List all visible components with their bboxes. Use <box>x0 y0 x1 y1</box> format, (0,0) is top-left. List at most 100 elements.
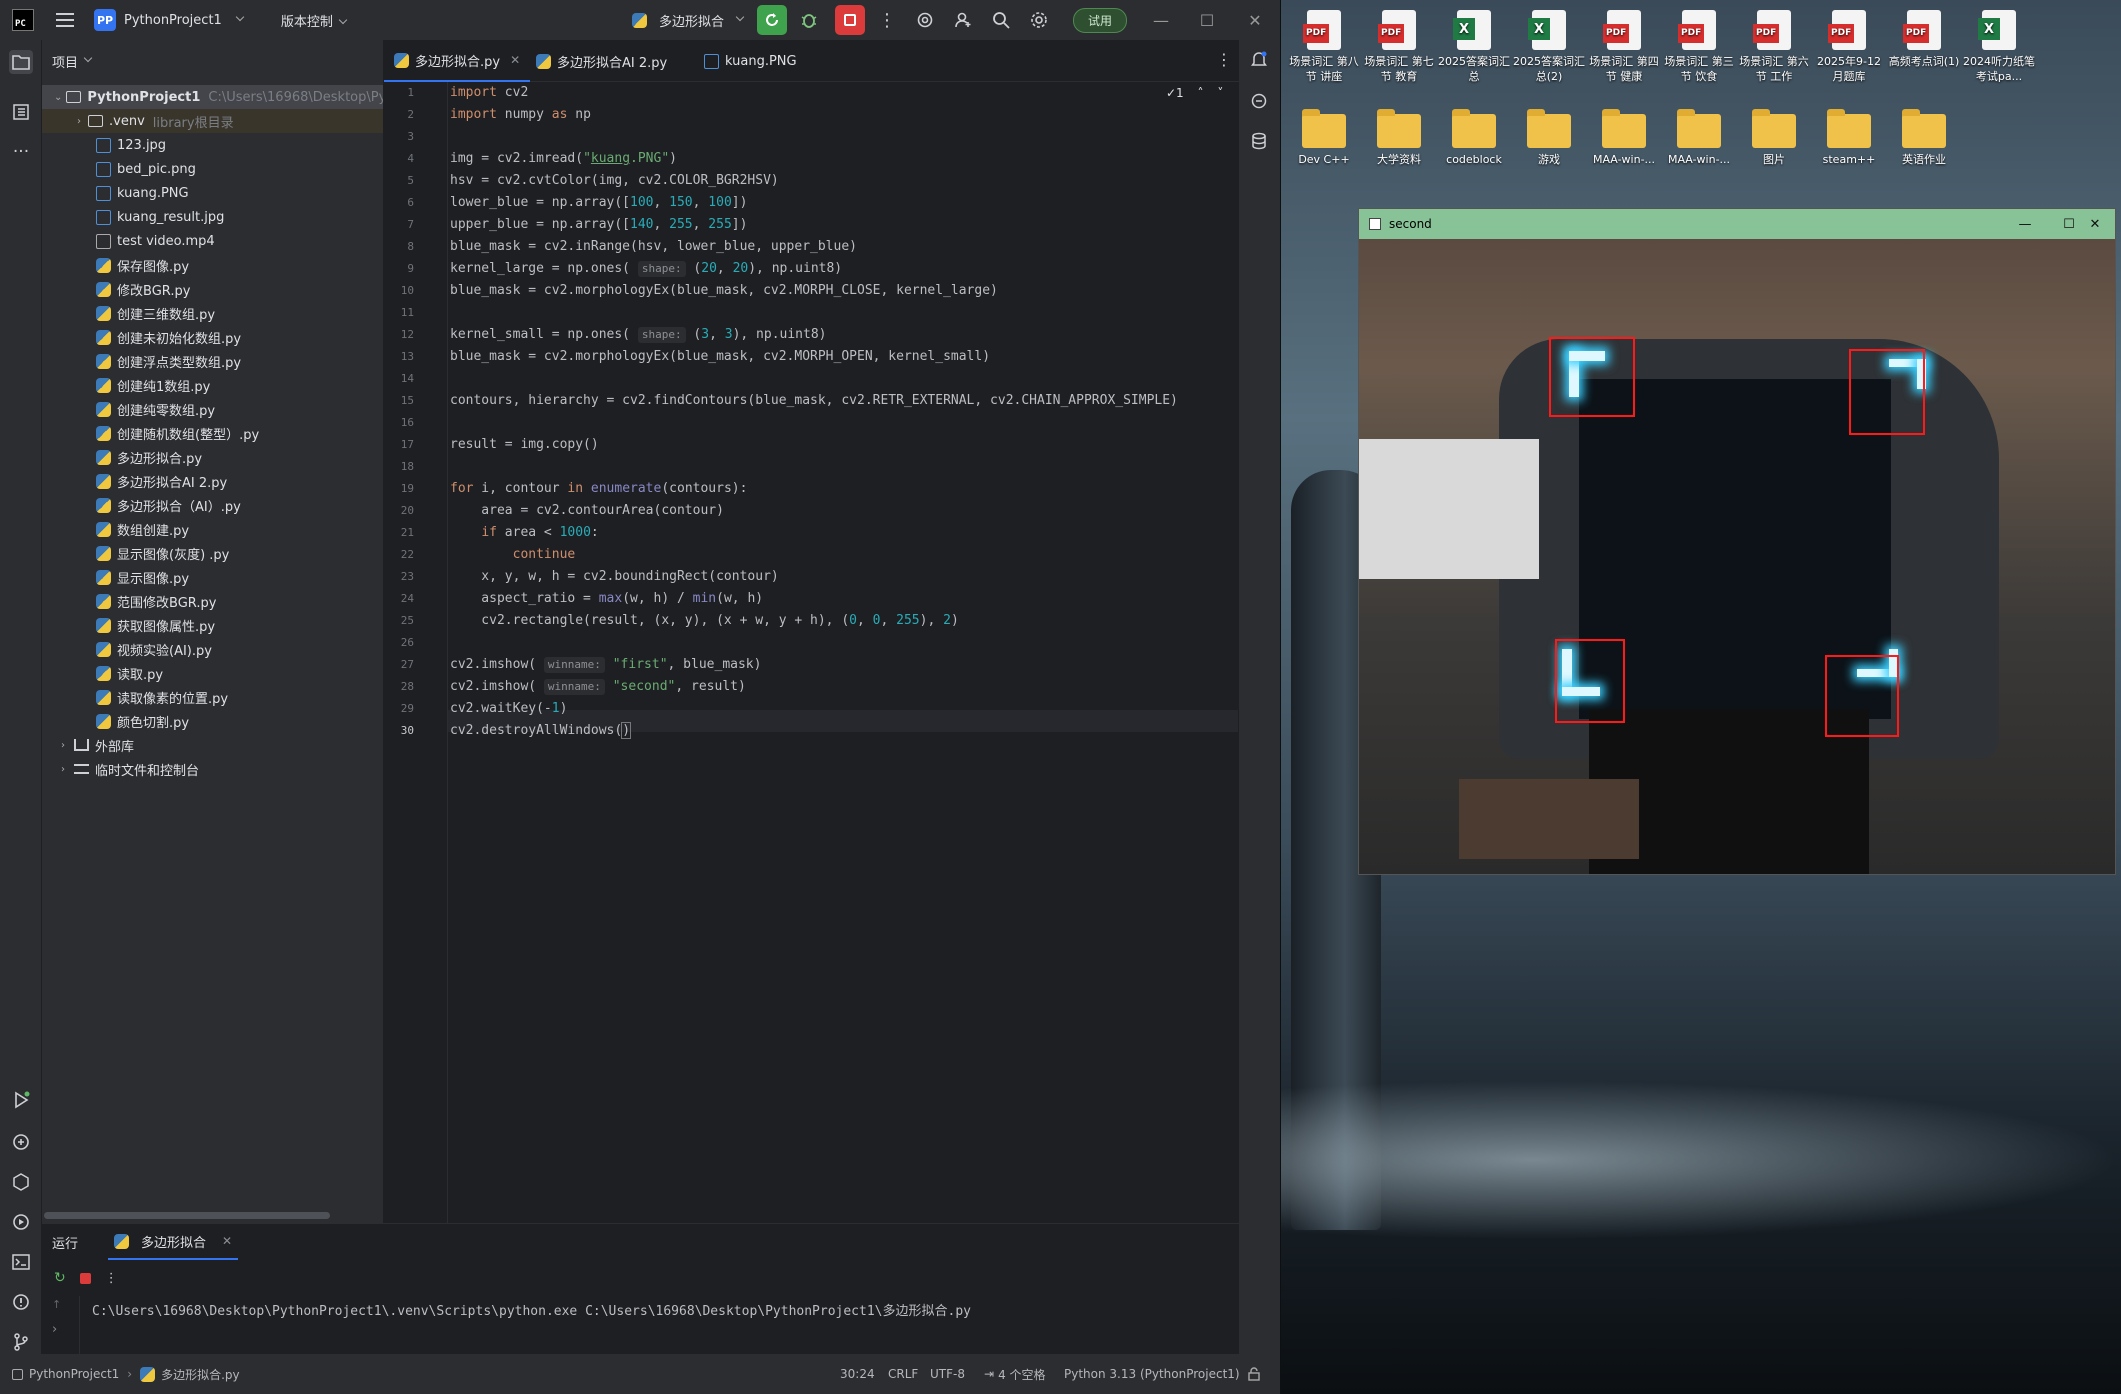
settings-gear-icon[interactable] <box>1027 8 1051 32</box>
tree-file[interactable]: 创建浮点类型数组.py <box>42 349 383 373</box>
tab-kuang-png[interactable]: kuang.PNG <box>694 40 807 82</box>
tree-file[interactable]: 显示图像(灰度) .py <box>42 541 383 565</box>
tab-polygon-fit[interactable]: 多边形拟合.py ✕ <box>384 40 531 82</box>
run-tool-icon[interactable] <box>9 1088 33 1112</box>
file-encoding[interactable]: UTF-8 <box>930 1354 965 1394</box>
run-tab-polygon-fit[interactable]: 多边形拟合 ✕ <box>108 1224 239 1260</box>
more-vertical-icon[interactable]: ⋮ <box>875 8 899 32</box>
tree-file[interactable]: 创建纯零数组.py <box>42 397 383 421</box>
close-icon[interactable]: ✕ <box>510 53 520 67</box>
desktop-folder[interactable]: MAA-win-... <box>1662 108 1736 167</box>
search-icon[interactable] <box>989 8 1013 32</box>
tree-file[interactable]: 多边形拟合（AI）.py <box>42 493 383 517</box>
trial-button[interactable]: 试用 <box>1073 7 1128 33</box>
main-menu-icon[interactable] <box>56 13 74 27</box>
opencv-window-second[interactable]: second — ☐ ✕ <box>1358 208 2116 875</box>
stop-button[interactable] <box>835 5 866 35</box>
tree-file[interactable]: 保存图像.py <box>42 253 383 277</box>
desktop-file-icon[interactable]: PDF 场景词汇 第三节 饮食 <box>1662 4 1736 84</box>
more-vertical-icon[interactable]: ⋮ <box>1216 50 1232 69</box>
arrow-up-icon[interactable]: ↑ <box>52 1298 61 1311</box>
project-folder-icon[interactable] <box>9 50 33 74</box>
tree-file[interactable]: 123.jpg <box>42 133 383 157</box>
rerun-icon[interactable]: ↻ <box>54 1270 66 1286</box>
tree-file[interactable]: 数组创建.py <box>42 517 383 541</box>
desktop-folder[interactable]: 图片 <box>1737 108 1811 167</box>
caret-position[interactable]: 30:24 <box>840 1354 875 1394</box>
desktop-folder[interactable]: 大学资料 <box>1362 108 1436 167</box>
tree-file[interactable]: 范围修改BGR.py <box>42 589 383 613</box>
terminal-icon[interactable] <box>9 1250 33 1274</box>
desktop-file-icon[interactable]: PDF 场景词汇 第六节 工作 <box>1737 4 1811 84</box>
structure-icon[interactable] <box>9 100 33 124</box>
code-editor[interactable]: 1 2 3 4 5 6 7 8 9 10 11 12 13 14 15 16 17 18 19 20 21 22 23 24 2… <box>384 82 1239 1223</box>
tree-file[interactable]: 显示图像.py <box>42 565 383 589</box>
lock-icon[interactable] <box>1248 1354 1260 1394</box>
rerun-button[interactable] <box>757 5 788 35</box>
close-icon[interactable]: ✕ <box>222 1234 232 1248</box>
close-icon[interactable]: ✕ <box>1232 0 1278 40</box>
code-with-me-icon[interactable] <box>951 8 975 32</box>
desktop-file-icon[interactable]: X 2025答案词汇总(2) <box>1512 4 1586 84</box>
desktop-file-icon[interactable]: PDF 场景词汇 第七节 教育 <box>1362 4 1436 84</box>
tree-file[interactable]: 创建三维数组.py <box>42 301 383 325</box>
inspection-indicator[interactable]: ✓1 ˄ ˅ <box>1166 86 1223 100</box>
minimize-icon[interactable]: — <box>2003 209 2047 239</box>
desktop-folder[interactable]: Dev C++ <box>1287 108 1361 167</box>
minimize-icon[interactable]: — <box>1138 0 1184 40</box>
desktop-folder[interactable]: codeblock <box>1437 108 1511 167</box>
tree-file[interactable]: test video.mp4 <box>42 229 383 253</box>
ai-chat-icon[interactable] <box>1248 92 1270 114</box>
database-icon[interactable] <box>1248 132 1270 154</box>
horizontal-scrollbar[interactable] <box>44 1212 330 1219</box>
window-title-bar[interactable]: second — ☐ ✕ <box>1359 209 2115 239</box>
desktop-file-icon[interactable]: PDF 2025年9-12月题库 <box>1812 4 1886 84</box>
desktop-file-icon[interactable]: PDF 高频考点词(1) <box>1887 4 1961 69</box>
desktop-folder[interactable]: steam++ <box>1812 108 1886 167</box>
python-packages-icon[interactable] <box>9 1130 33 1154</box>
python-interpreter[interactable]: Python 3.13 (PythonProject1) <box>1064 1354 1240 1394</box>
tree-file[interactable]: 多边形拟合.py <box>42 445 383 469</box>
desktop-folder[interactable]: 游戏 <box>1512 108 1586 167</box>
tree-file[interactable]: 视频实验(AI).py <box>42 637 383 661</box>
tree-scratches[interactable]: › 临时文件和控制台 <box>42 757 383 781</box>
desktop-file-icon[interactable]: X 2024听力纸笔考试pa... <box>1962 4 2036 84</box>
tree-file[interactable]: 获取图像属性.py <box>42 613 383 637</box>
desktop-file-icon[interactable]: PDF 场景词汇 第八节 讲座 <box>1287 4 1361 84</box>
desktop-folder[interactable]: 英语作业 <box>1887 108 1961 167</box>
debug-tool-icon[interactable] <box>9 1210 33 1234</box>
tree-file[interactable]: 修改BGR.py <box>42 277 383 301</box>
tree-file[interactable]: 颜色切割.py <box>42 709 383 733</box>
tree-file[interactable]: 创建随机数组(整型）.py <box>42 421 383 445</box>
close-icon[interactable]: ✕ <box>2073 209 2117 239</box>
tree-root[interactable]: ⌄ PythonProject1 C:\Users\16968\Desktop\… <box>42 85 383 109</box>
tree-file[interactable]: 读取.py <box>42 661 383 685</box>
tree-file[interactable]: 创建未初始化数组.py <box>42 325 383 349</box>
debug-button[interactable] <box>797 8 821 32</box>
run-config-selector[interactable]: 多边形拟合 <box>632 11 745 30</box>
desktop-file-icon[interactable]: PDF 场景词汇 第四节 健康 <box>1587 4 1661 84</box>
vcs-menu[interactable]: 版本控制 <box>281 11 348 30</box>
tree-file[interactable]: 多边形拟合AI 2.py <box>42 469 383 493</box>
ai-assistant-icon[interactable] <box>913 8 937 32</box>
project-panel-header[interactable]: 项目 <box>42 40 383 82</box>
more-vertical-icon[interactable]: ⋮ <box>105 1271 118 1286</box>
chevron-right-icon[interactable]: › <box>52 1322 57 1337</box>
desktop-file-icon[interactable]: X 2025答案词汇总 <box>1437 4 1511 84</box>
project-switcher[interactable]: PP PythonProject1 <box>94 9 245 31</box>
tree-file[interactable]: 创建纯1数组.py <box>42 373 383 397</box>
services-icon[interactable] <box>9 1170 33 1194</box>
indent-setting[interactable]: ⇥ 4 个空格 <box>984 1354 1046 1394</box>
tree-file[interactable]: 读取像素的位置.py <box>42 685 383 709</box>
tree-venv[interactable]: › .venv library根目录 <box>42 109 383 133</box>
tree-external-libs[interactable]: › 外部库 <box>42 733 383 757</box>
desktop-folder[interactable]: MAA-win-... <box>1587 108 1661 167</box>
tree-file[interactable]: kuang.PNG <box>42 181 383 205</box>
maximize-icon[interactable]: ☐ <box>1184 0 1230 40</box>
tree-file[interactable]: bed_pic.png <box>42 157 383 181</box>
line-separator[interactable]: CRLF <box>888 1354 918 1394</box>
stop-icon[interactable] <box>79 1272 91 1284</box>
tab-polygon-fit-ai-2[interactable]: 多边形拟合AI 2.py <box>526 40 677 82</box>
tree-file[interactable]: kuang_result.jpg <box>42 205 383 229</box>
more-horizontal-icon[interactable]: ··· <box>9 140 33 164</box>
